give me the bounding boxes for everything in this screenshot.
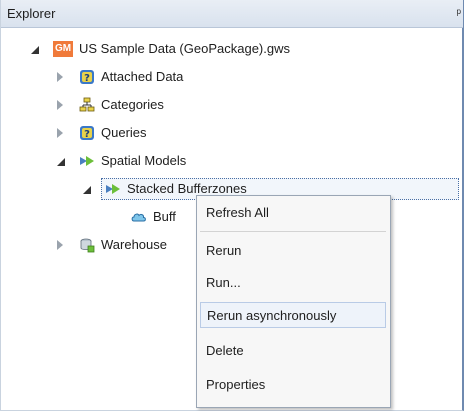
tree-item-label: Queries: [101, 125, 147, 140]
expand-closed-icon[interactable]: [57, 240, 63, 250]
help-icon: ?: [79, 69, 95, 85]
menu-item-rerun[interactable]: Rerun: [200, 238, 386, 264]
panel-title: Explorer: [7, 6, 56, 21]
tree-item-label: US Sample Data (GeoPackage).gws: [79, 41, 290, 56]
tree-item-buff[interactable]: Buff: [1, 206, 201, 228]
gm-workspace-icon: GM: [53, 41, 73, 57]
menu-item-properties[interactable]: Properties: [200, 372, 386, 398]
menu-item-run[interactable]: Run...: [200, 270, 386, 296]
expand-closed-icon[interactable]: [57, 100, 63, 110]
expand-open-icon[interactable]: [57, 158, 65, 166]
expand-open-icon[interactable]: [83, 186, 91, 194]
spatial-model-icon: [79, 153, 95, 169]
menu-item-refresh-all[interactable]: Refresh All: [200, 200, 386, 226]
svg-text:?: ?: [84, 129, 90, 140]
help-icon: ?: [79, 125, 95, 141]
tree-item-root[interactable]: GM US Sample Data (GeoPackage).gws: [1, 38, 421, 60]
tree-item-label: Categories: [101, 97, 164, 112]
tree-item-warehouse[interactable]: Warehouse: [1, 234, 201, 256]
expand-open-icon[interactable]: [31, 46, 39, 54]
menu-item-rerun-async[interactable]: Rerun asynchronously: [200, 302, 386, 328]
svg-text:?: ?: [84, 73, 90, 84]
tree-item-attached-data[interactable]: ? Attached Data: [1, 66, 421, 88]
expand-closed-icon[interactable]: [57, 72, 63, 82]
expand-closed-icon[interactable]: [57, 128, 63, 138]
spatial-model-icon: [105, 181, 121, 197]
menu-separator: [200, 231, 386, 232]
tree-item-categories[interactable]: Categories: [1, 94, 421, 116]
tree-item-stacked-bufferzones-content: Stacked Bufferzones: [1, 178, 247, 200]
tree-item-spatial-models[interactable]: Spatial Models: [1, 150, 421, 172]
pin-icon[interactable]: ᵖ: [456, 6, 461, 20]
tree-item-queries[interactable]: ? Queries: [1, 122, 421, 144]
context-menu: Refresh All Rerun Run... Rerun asynchron…: [196, 195, 391, 408]
explorer-panel: Explorer ᵖ GM US Sample Data (GeoPackage…: [0, 0, 464, 411]
tree-item-label: Attached Data: [101, 69, 184, 84]
cloud-layer-icon: [131, 209, 147, 225]
explorer-titlebar: Explorer ᵖ: [1, 0, 463, 28]
categories-icon: [79, 97, 95, 113]
tree-item-label: Spatial Models: [101, 153, 187, 168]
tree-item-label: Warehouse: [101, 237, 167, 252]
warehouse-icon: [79, 237, 95, 253]
menu-item-delete[interactable]: Delete: [200, 338, 386, 364]
tree-item-label: Buff: [153, 209, 176, 224]
